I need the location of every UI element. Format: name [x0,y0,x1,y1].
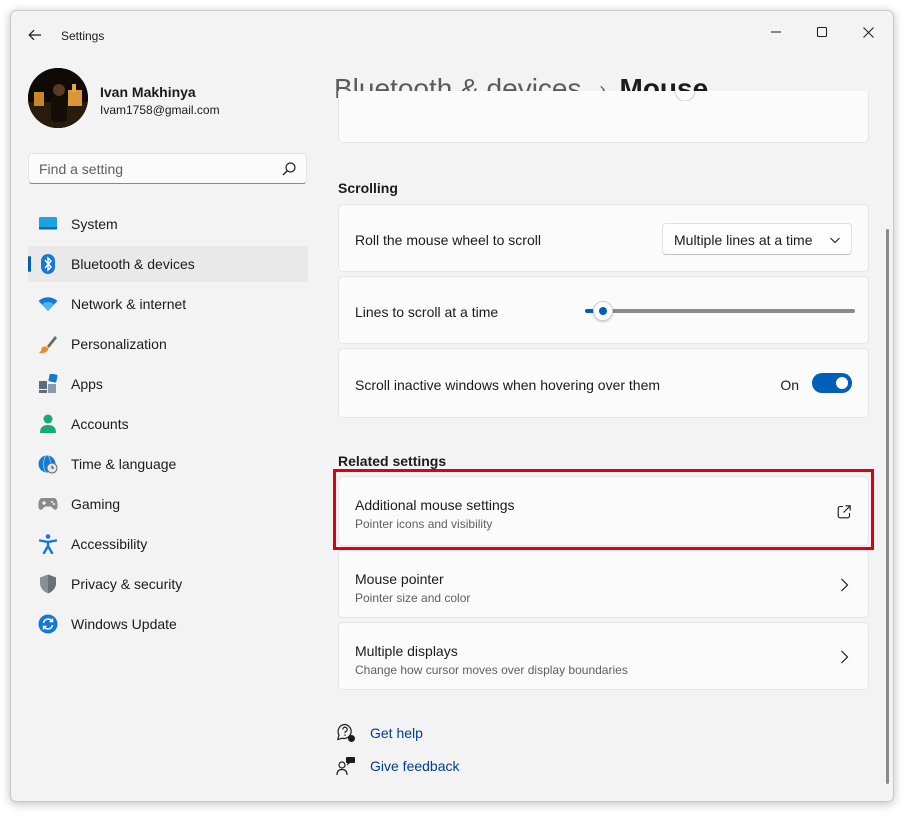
sidebar-item-network-internet[interactable]: Network & internet [28,286,308,322]
roll-wheel-dropdown-value: Multiple lines at a time [674,232,813,248]
give-feedback-link[interactable]: Give feedback [336,754,460,778]
partial-slider-icon [674,91,696,101]
lines-to-scroll-label: Lines to scroll at a time [355,304,499,320]
title-bar: Settings [11,11,893,59]
sidebar-item-accessibility[interactable]: Accessibility [28,526,308,562]
sidebar-item-apps[interactable]: Apps [28,366,308,402]
sidebar-nav: System Bluetooth & devices Network & int… [28,206,308,646]
slider-track [599,309,855,313]
feedback-icon [336,757,355,776]
additional-mouse-settings-card[interactable]: Additional mouse settings Pointer icons … [338,476,869,546]
lines-to-scroll-slider[interactable] [585,301,855,321]
multiple-displays-label: Multiple displays [355,643,458,659]
system-icon [38,214,58,234]
minimize-button[interactable] [753,17,799,47]
sidebar-item-privacy-security[interactable]: Privacy & security [28,566,308,602]
avatar-photo-icon [28,68,88,128]
give-feedback-label: Give feedback [370,758,460,774]
app-title: Settings [61,29,105,43]
mouse-pointer-label: Mouse pointer [355,571,444,587]
additional-mouse-settings-desc: Pointer icons and visibility [355,517,493,531]
sidebar-item-personalization[interactable]: Personalization [28,326,308,362]
roll-wheel-dropdown[interactable]: Multiple lines at a time [662,223,852,255]
mouse-pointer-card[interactable]: Mouse pointer Pointer size and color [338,550,869,618]
get-help-link[interactable]: Get help [336,721,423,745]
gamepad-icon [38,494,58,514]
user-email: Ivam1758@gmail.com [100,103,220,117]
minimize-icon [771,31,781,33]
wifi-icon [38,294,58,314]
roll-wheel-label: Roll the mouse wheel to scroll [355,232,541,248]
scroll-inactive-label: Scroll inactive windows when hovering ov… [355,377,661,393]
sidebar-item-system[interactable]: System [28,206,308,242]
brush-icon [38,334,58,354]
scroll-inactive-toggle[interactable] [812,373,852,393]
mouse-pointer-desc: Pointer size and color [355,591,471,605]
person-icon [38,414,58,434]
close-icon [862,26,874,38]
search-icon[interactable] [282,162,296,176]
toggle-state-label: On [780,377,799,393]
maximize-button[interactable] [799,17,845,47]
back-arrow-icon [28,29,41,41]
partial-setting-card [338,91,869,143]
section-title-related-settings: Related settings [338,453,447,469]
maximize-icon [817,27,827,37]
scroll-inactive-card: Scroll inactive windows when hovering ov… [338,348,869,418]
user-name: Ivan Makhinya [100,84,196,100]
search-input[interactable] [29,154,269,183]
sync-icon [38,614,58,634]
sidebar-item-gaming[interactable]: Gaming [28,486,308,522]
settings-window: Settings Ivan Makhinya Ivam1758@gmail.co… [10,10,894,802]
slider-thumb[interactable] [593,301,613,321]
chevron-down-icon [830,237,840,244]
back-button[interactable] [21,23,49,47]
section-title-scrolling: Scrolling [338,180,398,196]
toggle-knob [836,377,848,389]
content-scrollbar[interactable] [886,229,889,784]
help-chat-icon [336,723,355,742]
search-box[interactable] [28,153,307,184]
bluetooth-icon [38,254,58,274]
sidebar-item-time-language[interactable]: Time & language [28,446,308,482]
chevron-right-icon [841,578,849,592]
globe-clock-icon [38,454,58,474]
multiple-displays-card[interactable]: Multiple displays Change how cursor move… [338,622,869,690]
close-button[interactable] [845,17,891,47]
sidebar-item-windows-update[interactable]: Windows Update [28,606,308,642]
open-external-icon [837,505,851,519]
sidebar-item-bluetooth-devices[interactable]: Bluetooth & devices [28,246,308,282]
sidebar-item-accounts[interactable]: Accounts [28,406,308,442]
lines-to-scroll-card: Lines to scroll at a time [338,276,869,344]
apps-icon [38,374,58,394]
multiple-displays-desc: Change how cursor moves over display bou… [355,663,628,677]
additional-mouse-settings-label: Additional mouse settings [355,497,515,513]
chevron-right-icon [841,650,849,664]
avatar[interactable] [28,68,88,128]
accessibility-icon [38,534,58,554]
roll-wheel-card: Roll the mouse wheel to scroll Multiple … [338,204,869,272]
get-help-label: Get help [370,725,423,741]
shield-icon [38,574,58,594]
